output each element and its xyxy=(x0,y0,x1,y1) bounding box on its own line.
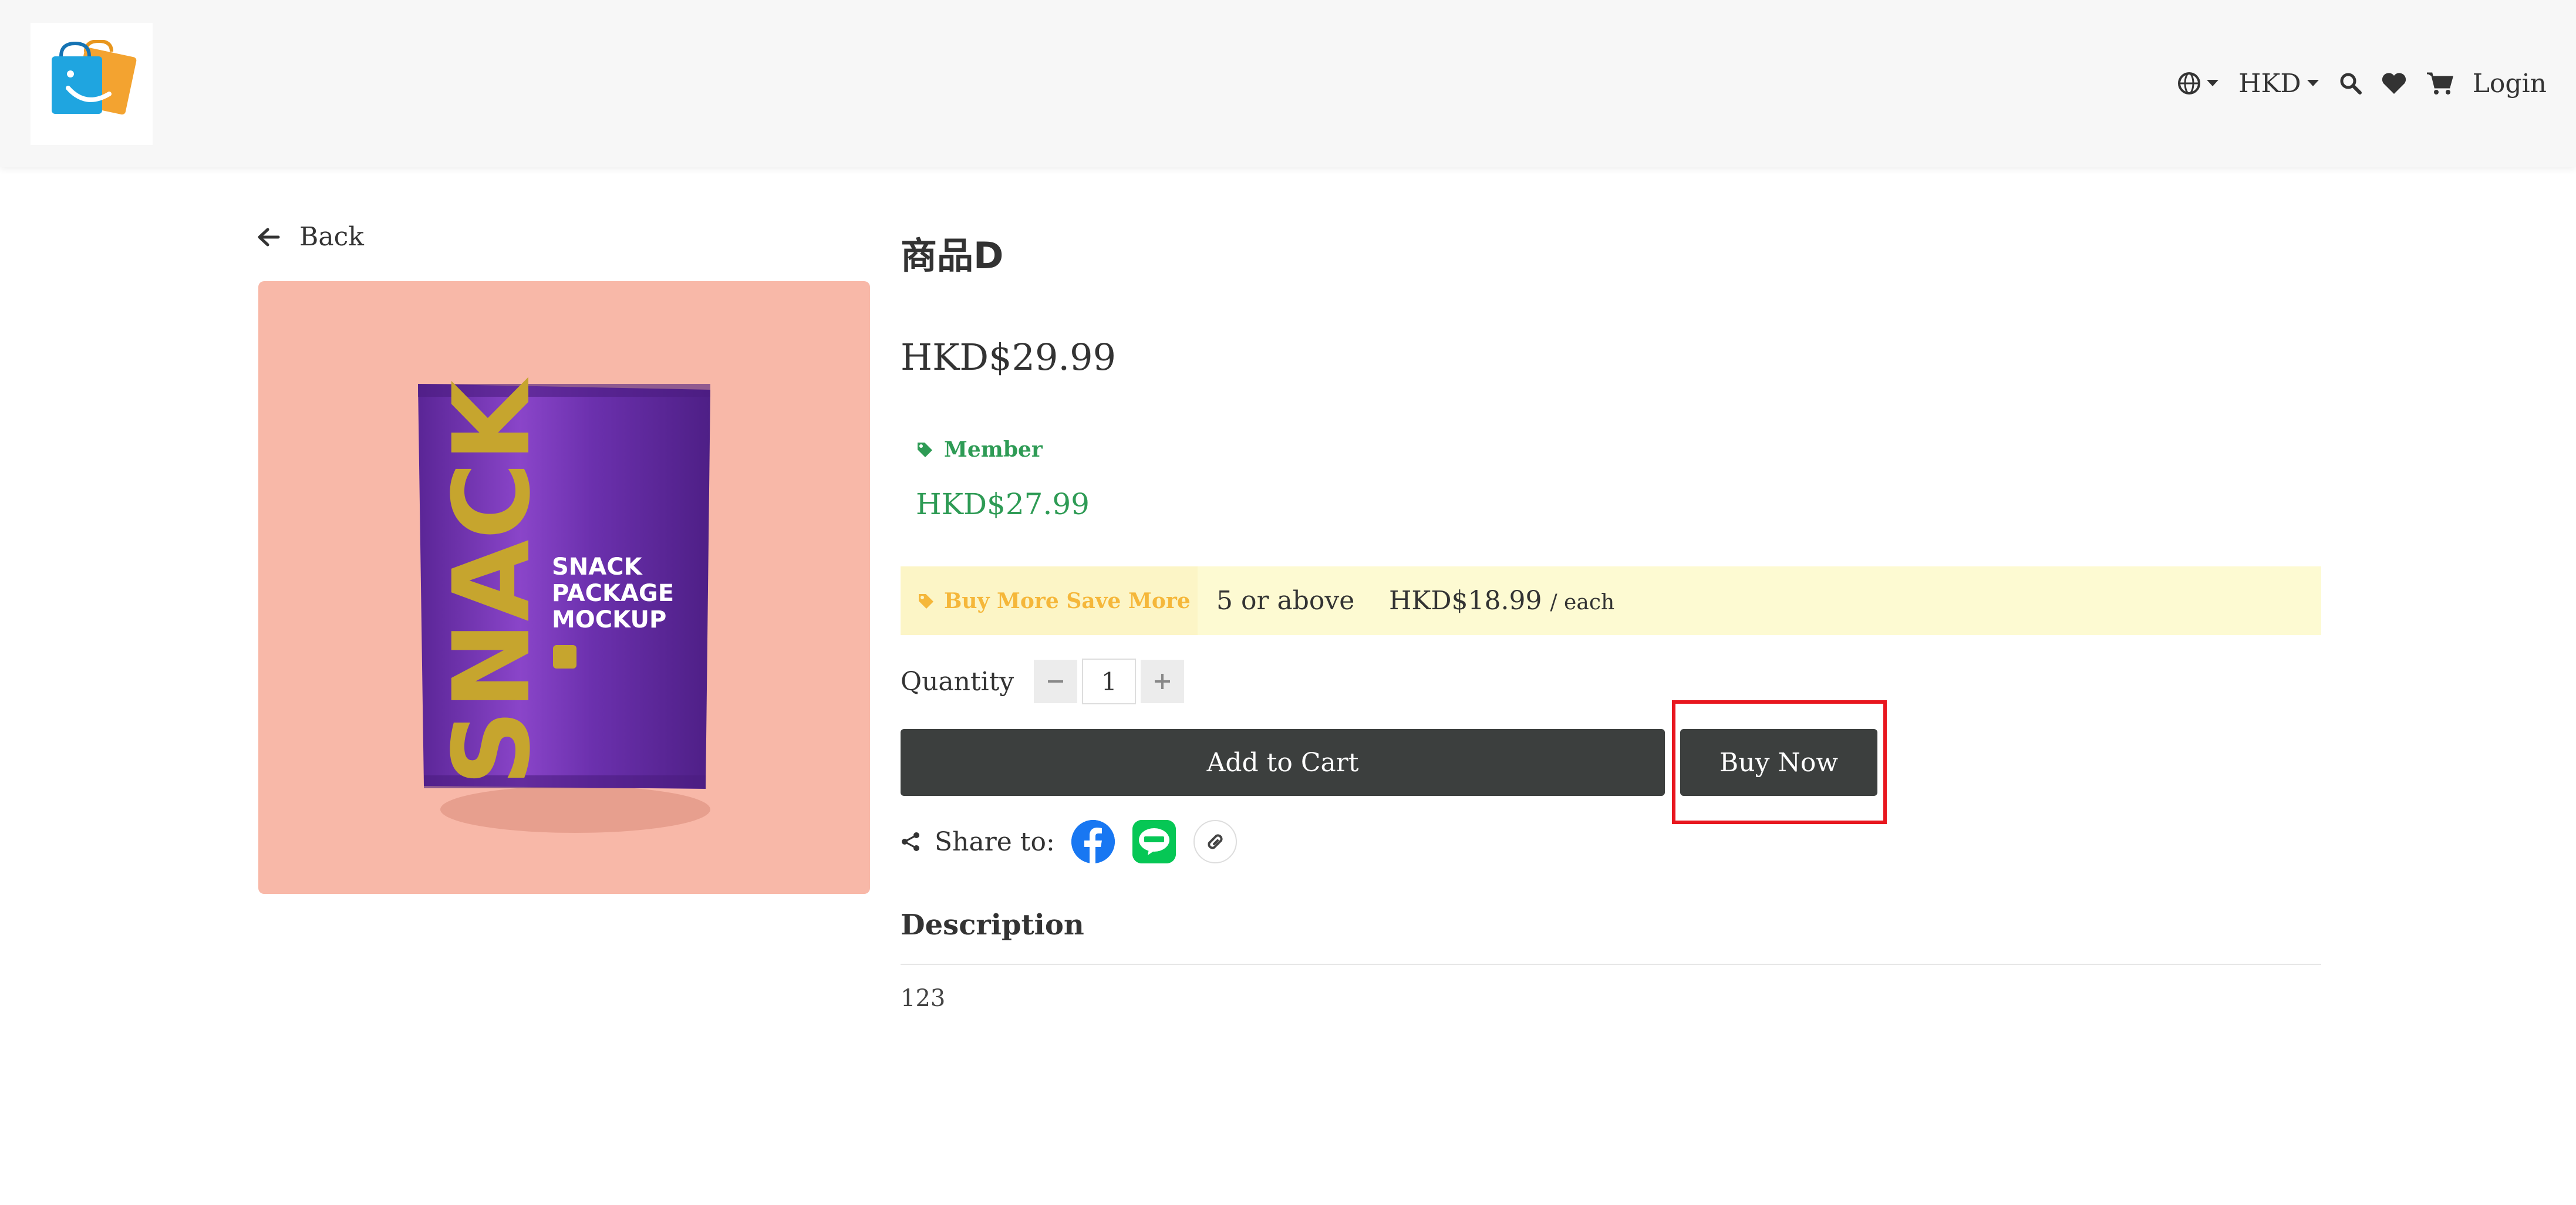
quantity-input[interactable] xyxy=(1082,659,1137,704)
cart-icon xyxy=(2426,72,2453,94)
share-label: Share to: xyxy=(935,826,1055,857)
share-icon xyxy=(902,832,919,851)
globe-icon xyxy=(2178,72,2201,94)
bag-text-line2: PACKAGE xyxy=(552,580,674,607)
bulk-discount-banner: Buy More Save More 5 or above HKD$18.99 … xyxy=(901,566,2321,635)
product-image: SNACK SNACK PACKAGE MOCKUP xyxy=(258,281,870,894)
bag-text-line1: SNACK xyxy=(552,553,643,580)
tag-icon xyxy=(919,593,933,609)
share-facebook-button[interactable] xyxy=(1071,820,1115,863)
currency-selector[interactable]: HKD xyxy=(2238,69,2320,99)
product-price: HKD$29.99 xyxy=(901,336,1117,379)
buy-now-button[interactable]: Buy Now xyxy=(1680,729,1877,796)
snack-package-image: SNACK SNACK PACKAGE MOCKUP xyxy=(418,377,710,833)
back-link[interactable]: Back xyxy=(257,222,364,252)
copy-link-button[interactable] xyxy=(1193,820,1237,863)
plus-icon xyxy=(1155,674,1171,689)
bulk-discount-price: HKD$18.99 xyxy=(1389,586,1542,616)
bulk-discount-price-wrap: HKD$18.99 / each xyxy=(1389,586,1614,616)
description-heading: Description xyxy=(901,909,1084,941)
back-label: Back xyxy=(299,222,364,252)
wishlist-button[interactable] xyxy=(2381,72,2407,95)
top-navbar: HKD Login xyxy=(0,0,2576,167)
facebook-icon xyxy=(1071,820,1115,863)
member-price: HKD$27.99 xyxy=(916,487,1090,521)
store-logo[interactable] xyxy=(31,23,153,145)
bulk-discount-quantity: 5 or above xyxy=(1216,586,1355,616)
login-link[interactable]: Login xyxy=(2473,69,2547,99)
share-bar: Share to: xyxy=(901,818,1255,865)
heart-icon xyxy=(2382,73,2406,94)
bag-text-line3: MOCKUP xyxy=(552,606,666,633)
search-icon xyxy=(2340,73,2362,94)
description-body: 123 xyxy=(901,985,946,1012)
quantity-label: Quantity xyxy=(901,666,1014,697)
product-title: 商品D xyxy=(901,234,1004,277)
member-label: Member xyxy=(944,437,1043,462)
bulk-discount-tag: Buy More Save More xyxy=(901,566,1198,635)
line-icon xyxy=(1132,820,1176,863)
bulk-discount-unit: / each xyxy=(1550,590,1615,615)
shopping-bags-logo-icon xyxy=(52,40,137,115)
link-icon xyxy=(1208,834,1223,849)
search-button[interactable] xyxy=(2339,72,2362,95)
caret-down-icon xyxy=(2207,80,2219,86)
quantity-selector: Quantity xyxy=(901,659,1185,704)
minus-icon xyxy=(1048,680,1064,683)
tag-icon xyxy=(918,443,932,457)
language-selector[interactable] xyxy=(2177,72,2220,95)
bulk-discount-label: Buy More Save More xyxy=(944,588,1191,613)
add-to-cart-button[interactable]: Add to Cart xyxy=(901,729,1665,796)
currency-label: HKD xyxy=(2238,68,2301,99)
member-badge: Member xyxy=(916,437,1043,462)
caret-down-icon xyxy=(2307,80,2319,86)
cart-button[interactable] xyxy=(2426,71,2454,96)
share-line-button[interactable] xyxy=(1132,820,1176,863)
increase-quantity-button[interactable] xyxy=(1141,660,1185,703)
description-divider xyxy=(901,964,2321,965)
arrow-left-icon xyxy=(258,228,280,246)
bag-brand-text: SNACK xyxy=(431,377,554,786)
decrease-quantity-button[interactable] xyxy=(1034,660,1078,703)
